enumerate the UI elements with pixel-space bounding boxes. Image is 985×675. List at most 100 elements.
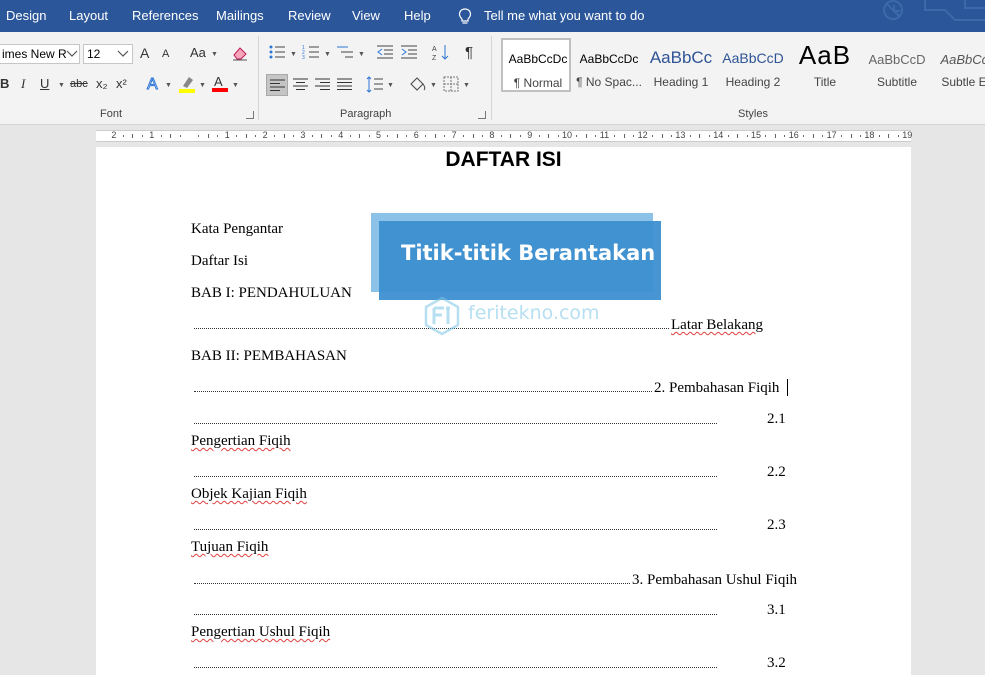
bold-button[interactable]: B: [0, 76, 9, 91]
ruler-tick: [481, 135, 483, 137]
align-center-icon[interactable]: [293, 78, 309, 91]
underline-button[interactable]: U: [40, 76, 49, 91]
ruler-tick: [614, 135, 616, 137]
chevron-down-icon[interactable]: ▼: [211, 51, 218, 58]
subscript-button[interactable]: x₂: [96, 76, 108, 91]
font-name-value: imes New R: [2, 47, 67, 61]
ruler-number: 1: [149, 130, 155, 140]
paragraph-dialog-launcher[interactable]: [478, 111, 486, 119]
page-number: 2.2: [767, 464, 786, 480]
chevron-down-icon[interactable]: ▼: [387, 82, 394, 89]
style-heading-1[interactable]: AaBbCc Heading 1: [645, 38, 715, 92]
dot-leader: [194, 667, 717, 668]
ruler-tick: [576, 135, 578, 137]
chevron-down-icon[interactable]: ▼: [358, 51, 365, 58]
numbering-icon[interactable]: 123: [302, 44, 320, 60]
ruler-tick: [444, 135, 446, 137]
align-right-icon[interactable]: [315, 78, 331, 91]
ribbon-tab-bar: Design Layout References Mailings Review…: [0, 0, 985, 32]
svg-text:A: A: [147, 76, 158, 92]
group-separator: [258, 36, 259, 120]
style-no-spacing[interactable]: AaBbCcDc ¶ No Spac...: [573, 38, 643, 92]
tab-design[interactable]: Design: [6, 8, 46, 23]
chevron-down-icon[interactable]: ▼: [232, 82, 239, 89]
ruler-tick: [585, 134, 587, 138]
tab-mailings[interactable]: Mailings: [216, 8, 264, 23]
font-color-button[interactable]: A: [212, 72, 228, 94]
show-formatting-button[interactable]: ¶: [465, 44, 473, 61]
strikethrough-button[interactable]: abc: [70, 78, 88, 90]
ruler-tick: [359, 134, 361, 138]
style-title[interactable]: AaB Title: [789, 38, 859, 92]
text-effects-icon[interactable]: A: [145, 74, 163, 93]
superscript-button[interactable]: x²: [116, 76, 127, 91]
annotation-banner: Titik-titik Berantakan: [371, 213, 661, 300]
svg-text:Z: Z: [432, 55, 437, 61]
chevron-down-icon[interactable]: [117, 50, 129, 58]
shading-icon[interactable]: [408, 75, 428, 93]
svg-text:A: A: [432, 46, 437, 53]
chevron-down-icon[interactable]: ▼: [324, 51, 331, 58]
font-dialog-launcher[interactable]: [246, 111, 254, 119]
ruler-tick: [623, 134, 625, 138]
chevron-down-icon[interactable]: ▼: [463, 82, 470, 89]
chevron-down-icon[interactable]: ▼: [290, 51, 297, 58]
style-name: ¶ No Spac...: [576, 75, 642, 89]
ruler-tick: [689, 135, 691, 137]
style-sample: AaBbCcDc: [579, 52, 639, 66]
shrink-font-button[interactable]: A: [162, 48, 169, 60]
chevron-down-icon[interactable]: ▼: [199, 82, 206, 89]
italic-button[interactable]: I: [21, 76, 25, 92]
ruler-tick: [765, 135, 767, 137]
toc-entry-tujuan-fiqih: Tujuan Fiqih: [191, 539, 269, 555]
tab-references[interactable]: References: [132, 8, 198, 23]
ruler-tick: [406, 135, 408, 137]
decrease-indent-icon[interactable]: [376, 44, 394, 60]
tab-help[interactable]: Help: [404, 8, 431, 23]
ruler-tick: [396, 134, 398, 138]
ruler-number: 5: [376, 130, 382, 140]
justify-icon[interactable]: [337, 78, 353, 91]
chevron-down-icon[interactable]: ▼: [430, 82, 437, 89]
bullets-icon[interactable]: [268, 44, 286, 60]
font-color-swatch: [212, 88, 228, 92]
ruler-tick: [245, 134, 247, 138]
chevron-down-icon[interactable]: ▼: [165, 82, 172, 89]
multilevel-list-icon[interactable]: [336, 44, 354, 60]
ruler-tick: [463, 135, 465, 137]
clear-formatting-icon[interactable]: [231, 44, 249, 62]
borders-icon[interactable]: [443, 76, 459, 92]
horizontal-ruler[interactable]: 2 1 1 2 3 4 5 6 7 8 9 10 11 12 13 14 15 16 17 18 19: [0, 125, 985, 272]
ruler-tick: [727, 135, 729, 137]
paragraph-group-label: Paragraph: [340, 108, 392, 120]
ruler-number: 11: [599, 130, 610, 140]
tab-layout[interactable]: Layout: [69, 8, 108, 23]
style-heading-2[interactable]: AaBbCcD Heading 2: [717, 38, 787, 92]
change-case-button[interactable]: Aa: [190, 45, 206, 60]
ruler-tick: [425, 135, 427, 137]
ruler-tick: [283, 134, 285, 138]
chevron-down-icon[interactable]: ▼: [58, 82, 65, 89]
ruler-tick: [519, 135, 521, 137]
style-subtitle[interactable]: AaBbCcD Subtitle: [861, 38, 931, 92]
line-spacing-icon[interactable]: [366, 76, 384, 93]
grow-font-button[interactable]: A: [140, 45, 149, 61]
ruler-tick: [321, 134, 323, 138]
style-subtle-emphasis[interactable]: AaBbCcD Subtle Em: [933, 38, 985, 92]
toc-entry-bab-1: BAB I: PENDAHULUAN: [191, 285, 352, 301]
sort-icon[interactable]: AZ: [432, 43, 450, 61]
tab-review[interactable]: Review: [288, 8, 331, 23]
style-normal[interactable]: AaBbCcDc ¶ Normal: [501, 38, 571, 92]
style-sample: AaBbCcD: [722, 50, 784, 66]
toc-entry-text: Kata Pengantar: [191, 221, 284, 237]
highlighter-icon[interactable]: [178, 74, 196, 94]
ruler-tick: [255, 135, 257, 137]
increase-indent-icon[interactable]: [400, 44, 418, 60]
tab-view[interactable]: View: [352, 8, 380, 23]
align-left-button[interactable]: [266, 74, 288, 96]
ruler-tick: [784, 135, 786, 137]
ruler-tick: [198, 135, 200, 137]
ruler-number: 12: [637, 130, 648, 140]
ruler-tick: [746, 135, 748, 137]
chevron-down-icon[interactable]: [66, 50, 78, 58]
